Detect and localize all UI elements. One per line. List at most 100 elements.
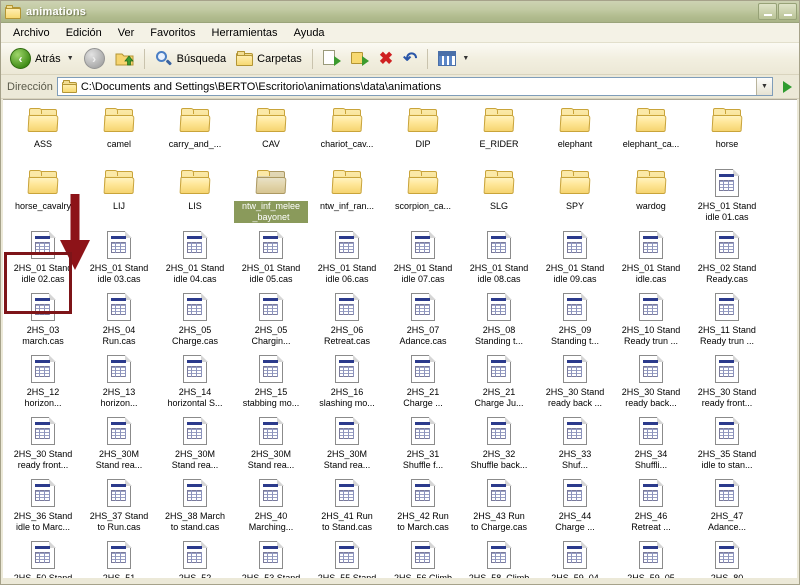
- file-item[interactable]: 2HS_11 Stand Ready trun ...: [689, 288, 765, 350]
- folder-item[interactable]: elephant: [537, 102, 613, 164]
- file-item[interactable]: 2HS_30 Stand ready front...: [689, 350, 765, 412]
- file-item[interactable]: 2HS_33 Shuf...: [537, 412, 613, 474]
- file-item[interactable]: 2HS_34 Shuffli...: [613, 412, 689, 474]
- folder-item[interactable]: DIP: [385, 102, 461, 164]
- menu-item-herramientas[interactable]: Herramientas: [204, 25, 286, 41]
- views-button[interactable]: ▼: [433, 46, 474, 72]
- file-item[interactable]: 2HS_30M Stand rea...: [81, 412, 157, 474]
- file-item[interactable]: 2HS_05 Chargin...: [233, 288, 309, 350]
- folder-item[interactable]: carry_and_...: [157, 102, 233, 164]
- file-item[interactable]: 2HS_09 Standing t...: [537, 288, 613, 350]
- file-item[interactable]: 2HS_15 stabbing mo...: [233, 350, 309, 412]
- folder-item[interactable]: ntw_inf_ran...: [309, 164, 385, 226]
- menu-item-archivo[interactable]: Archivo: [5, 25, 58, 41]
- menu-item-favoritos[interactable]: Favoritos: [142, 25, 203, 41]
- file-item[interactable]: 2HS_38 March to stand.cas: [157, 474, 233, 536]
- up-button[interactable]: [110, 46, 139, 72]
- folder-item[interactable]: camel: [81, 102, 157, 164]
- folder-item[interactable]: LIS: [157, 164, 233, 226]
- file-item[interactable]: 2HS_32 Shuffle back...: [461, 412, 537, 474]
- file-item[interactable]: 2HS_40 Marching...: [233, 474, 309, 536]
- file-item[interactable]: 2HS_50 Stand ready to st...: [5, 536, 81, 578]
- file-item[interactable]: 2HS_05 Charge.cas: [157, 288, 233, 350]
- file-item[interactable]: 2HS_58_Climb down ladde...: [461, 536, 537, 578]
- file-item[interactable]: 2HS_37 Stand to Run.cas: [81, 474, 157, 536]
- file-item[interactable]: 2HS_46 Retreat ...: [613, 474, 689, 536]
- go-button[interactable]: [777, 77, 797, 96]
- file-item[interactable]: 2HS_14 horizontal S...: [157, 350, 233, 412]
- file-item[interactable]: 2HS_53 Stand Ready to C...: [233, 536, 309, 578]
- file-item[interactable]: 2HS_30M Stand rea...: [157, 412, 233, 474]
- file-item[interactable]: 2HS_01 Stand idle 08.cas: [461, 226, 537, 288]
- file-list-pane[interactable]: ASS camel carry_and_... CAV chariot_cav... DI…: [3, 99, 797, 578]
- file-item[interactable]: 2HS_30 Stand ready front...: [5, 412, 81, 474]
- file-item[interactable]: 2HS_59_04 Taunt 1.cas: [537, 536, 613, 578]
- file-item[interactable]: 2HS_13 horizon...: [81, 350, 157, 412]
- folders-button[interactable]: Carpetas: [231, 46, 307, 72]
- folder-item[interactable]: horse_cavalry: [5, 164, 81, 226]
- file-item[interactable]: 2HS_35 Stand idle to stan...: [689, 412, 765, 474]
- file-item[interactable]: 2HS_10 Stand Ready trun ...: [613, 288, 689, 350]
- file-item[interactable]: 2HS_56 Climb off ladder o...: [385, 536, 461, 578]
- file-item[interactable]: 2HS_06 Retreat.cas: [309, 288, 385, 350]
- file-item[interactable]: 2HS_01 Stand idle 02.cas: [5, 226, 81, 288]
- maximize-button[interactable]: [778, 3, 797, 20]
- folder-item[interactable]: chariot_cav...: [309, 102, 385, 164]
- file-item[interactable]: 2HS_30M Stand rea...: [233, 412, 309, 474]
- file-item[interactable]: 2HS_03 march.cas: [5, 288, 81, 350]
- folder-item[interactable]: LIJ: [81, 164, 157, 226]
- folder-item[interactable]: SPY: [537, 164, 613, 226]
- file-item[interactable]: 2HS_59_05 Taunt 2.cas: [613, 536, 689, 578]
- file-item[interactable]: 2HS_43 Run to Charge.cas: [461, 474, 537, 536]
- file-item[interactable]: 2HS_30 Stand ready back ...: [537, 350, 613, 412]
- chevron-down-icon[interactable]: ▼: [462, 55, 469, 62]
- file-item[interactable]: 2HS_04 Run.cas: [81, 288, 157, 350]
- file-item[interactable]: 2HS_30 Stand ready back...: [613, 350, 689, 412]
- menu-item-ayuda[interactable]: Ayuda: [286, 25, 333, 41]
- address-dropdown-button[interactable]: ▼: [756, 78, 772, 95]
- menu-item-ver[interactable]: Ver: [110, 25, 143, 41]
- file-item[interactable]: 2HS_51 Standing ...: [81, 536, 157, 578]
- address-input[interactable]: C:\Documents and Settings\BERTO\Escritor…: [56, 77, 773, 96]
- file-item[interactable]: 2HS_16 slashing mo...: [309, 350, 385, 412]
- file-item[interactable]: 2HS_02 Stand Ready.cas: [689, 226, 765, 288]
- forward-button[interactable]: ›: [79, 46, 110, 72]
- file-item[interactable]: 2HS_01 Stand idle 03.cas: [81, 226, 157, 288]
- undo-button[interactable]: ↶: [398, 46, 422, 72]
- file-item[interactable]: 2HS_07 Adance.cas: [385, 288, 461, 350]
- copy-to-button[interactable]: [346, 46, 374, 72]
- file-item[interactable]: 2HS_31 Shuffle f...: [385, 412, 461, 474]
- file-item[interactable]: 2HS_01 Stand idle 07.cas: [385, 226, 461, 288]
- search-button[interactable]: Búsqueda: [150, 46, 232, 72]
- chevron-down-icon[interactable]: ▼: [67, 55, 74, 62]
- file-item[interactable]: 2HS_01 Stand idle 04.cas: [157, 226, 233, 288]
- menu-item-edicion[interactable]: Edición: [58, 25, 110, 41]
- delete-button[interactable]: ✖: [374, 46, 398, 72]
- file-item[interactable]: 2HS_42 Run to March.cas: [385, 474, 461, 536]
- folder-item[interactable]: CAV: [233, 102, 309, 164]
- back-button[interactable]: ‹ Atrás ▼: [5, 46, 79, 72]
- file-item[interactable]: 2HS_08 Standing t...: [461, 288, 537, 350]
- file-item[interactable]: 2HS_01 Stand idle 06.cas: [309, 226, 385, 288]
- folder-item[interactable]: scorpion_ca...: [385, 164, 461, 226]
- folder-item[interactable]: SLG: [461, 164, 537, 226]
- file-item[interactable]: 2HS_52 Standing...: [157, 536, 233, 578]
- file-item[interactable]: 2HS_47 Adance...: [689, 474, 765, 536]
- folder-item[interactable]: ntw_inf_melee _bayonet: [233, 164, 309, 226]
- move-to-button[interactable]: [318, 46, 346, 72]
- file-item[interactable]: 2HS_41 Run to Stand.cas: [309, 474, 385, 536]
- folder-item[interactable]: E_RIDER: [461, 102, 537, 164]
- minimize-button[interactable]: [758, 3, 777, 20]
- folder-item[interactable]: ASS: [5, 102, 81, 164]
- file-item[interactable]: 2HS_01 Stand idle 01.cas: [689, 164, 765, 226]
- file-item[interactable]: 2HS_01 Stand idle 09.cas: [537, 226, 613, 288]
- file-item[interactable]: 2HS_01 Stand idle.cas: [613, 226, 689, 288]
- folder-item[interactable]: horse: [689, 102, 765, 164]
- folder-item[interactable]: wardog: [613, 164, 689, 226]
- file-item[interactable]: 2HS_12 horizon...: [5, 350, 81, 412]
- file-item[interactable]: 2HS_21 Charge ...: [385, 350, 461, 412]
- file-item[interactable]: 2HS_55 Stand ready to cli...: [309, 536, 385, 578]
- folder-item[interactable]: elephant_ca...: [613, 102, 689, 164]
- file-item[interactable]: 2HS_01 Stand idle 05.cas: [233, 226, 309, 288]
- file-item[interactable]: 2HS_21 Charge Ju...: [461, 350, 537, 412]
